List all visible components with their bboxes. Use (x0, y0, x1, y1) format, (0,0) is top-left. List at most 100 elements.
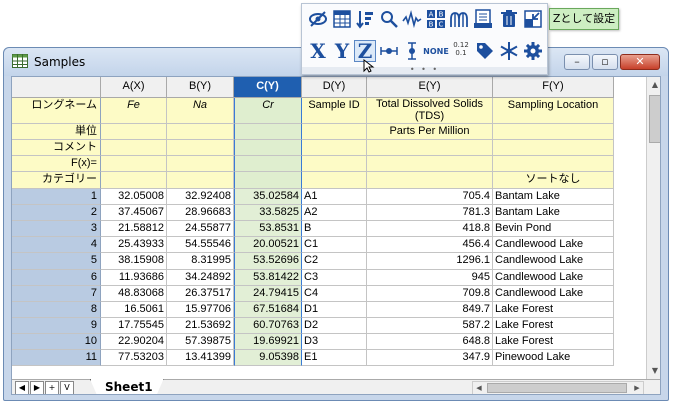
scroll-right-icon[interactable]: ▶ (631, 382, 643, 394)
table-cell[interactable]: 33.5825 (234, 205, 302, 221)
move-icon[interactable] (522, 8, 544, 30)
table-cell[interactable]: 705.4 (367, 189, 493, 205)
row-label-category[interactable]: カテゴリー (12, 172, 101, 189)
row-number[interactable]: 6 (12, 270, 101, 286)
disregard-button[interactable]: NONE (423, 40, 449, 62)
table-cell[interactable]: 418.8 (367, 221, 493, 237)
table-cell[interactable]: 25.43933 (101, 237, 167, 253)
table-cell[interactable]: 20.00521 (234, 237, 302, 253)
find-icon[interactable] (378, 8, 400, 30)
row-number[interactable]: 2 (12, 205, 101, 221)
meta-cell-fx[interactable] (493, 156, 614, 172)
meta-cell-category[interactable]: ソートなし (493, 172, 614, 189)
horizontal-scrollbar[interactable]: ◀ ▶ (472, 381, 644, 394)
table-cell[interactable]: 37.45067 (101, 205, 167, 221)
data-labels-icon[interactable]: ABBC (425, 8, 447, 30)
table-cell[interactable]: 67.51684 (234, 302, 302, 318)
table-cell[interactable]: 849.7 (367, 302, 493, 318)
meta-cell-category[interactable] (101, 172, 167, 189)
table-cell[interactable]: 57.39875 (167, 334, 234, 350)
meta-cell-units[interactable]: Parts Per Million (367, 124, 493, 140)
table-cell[interactable]: 54.55546 (167, 237, 234, 253)
vertical-scrollbar[interactable]: ▲ ▼ (646, 77, 660, 379)
meta-cell-comments[interactable] (234, 140, 302, 156)
meta-cell-category[interactable] (302, 172, 367, 189)
row-number[interactable]: 7 (12, 286, 101, 302)
table-cell[interactable]: A1 (302, 189, 367, 205)
row-number[interactable]: 1 (12, 189, 101, 205)
table-cell[interactable]: C4 (302, 286, 367, 302)
table-cell[interactable]: 24.55877 (167, 221, 234, 237)
toolbar-grip[interactable]: • • • (302, 66, 547, 74)
table-cell[interactable]: Bevin Pond (493, 221, 614, 237)
table-cell[interactable]: 53.81422 (234, 270, 302, 286)
table-cell[interactable]: D3 (302, 334, 367, 350)
table-cell[interactable]: 28.96683 (167, 205, 234, 221)
column-header-by[interactable]: B(Y) (167, 77, 234, 98)
row-label-units[interactable]: 単位 (12, 124, 101, 140)
meta-cell-category[interactable] (234, 172, 302, 189)
row-label-fx[interactable]: F(x)= (12, 156, 101, 172)
table-cell[interactable]: 38.15908 (101, 253, 167, 270)
table-cell[interactable]: 456.4 (367, 237, 493, 253)
table-cell[interactable]: 53.8531 (234, 221, 302, 237)
table-cell[interactable]: 35.02584 (234, 189, 302, 205)
meta-cell-units[interactable] (101, 124, 167, 140)
meta-cell-comments[interactable] (167, 140, 234, 156)
signal-icon[interactable] (401, 8, 423, 30)
scroll-up-icon[interactable]: ▲ (647, 77, 660, 93)
y-error-icon[interactable] (401, 40, 423, 62)
meta-cell-fx[interactable] (234, 156, 302, 172)
table-cell[interactable]: 21.58812 (101, 221, 167, 237)
table-cell[interactable]: Lake Forest (493, 302, 614, 318)
meta-cell-category[interactable] (367, 172, 493, 189)
meta-cell-long-name[interactable]: Sample ID (302, 98, 367, 124)
column-header-dy[interactable]: D(Y) (302, 77, 367, 98)
table-cell[interactable]: 32.05008 (101, 189, 167, 205)
table-cell[interactable]: 77.53203 (101, 350, 167, 366)
meta-cell-fx[interactable] (167, 156, 234, 172)
meta-cell-long-name[interactable]: Cr (234, 98, 302, 124)
tag-icon[interactable] (474, 40, 496, 62)
row-number[interactable]: 10 (12, 334, 101, 350)
table-cell[interactable]: 781.3 (367, 205, 493, 221)
set-as-y-button[interactable]: Y (331, 39, 353, 63)
table-cell[interactable]: 22.90204 (101, 334, 167, 350)
column-header-cy[interactable]: C(Y) (234, 77, 302, 98)
table-cell[interactable]: Candlewood Lake (493, 253, 614, 270)
maximize-button[interactable]: ▫ (592, 54, 618, 70)
meta-cell-fx[interactable] (101, 156, 167, 172)
table-cell[interactable]: D1 (302, 302, 367, 318)
delete-icon[interactable] (498, 8, 520, 30)
close-button[interactable]: ✕ (620, 54, 660, 70)
column-stats-icon[interactable] (331, 8, 353, 30)
scroll-down-icon[interactable]: ▼ (647, 363, 660, 379)
table-cell[interactable]: 32.92408 (167, 189, 234, 205)
row-number[interactable]: 4 (12, 237, 101, 253)
table-cell[interactable]: B (302, 221, 367, 237)
plot-tree-icon[interactable] (448, 8, 470, 30)
table-cell[interactable]: 19.69921 (234, 334, 302, 350)
table-cell[interactable]: 15.97706 (167, 302, 234, 318)
table-cell[interactable]: E1 (302, 350, 367, 366)
prev-sheet-button[interactable]: ◀ (15, 381, 29, 394)
format-button[interactable]: 0.12 0.1 (450, 38, 472, 60)
table-cell[interactable]: Bantam Lake (493, 189, 614, 205)
table-cell[interactable]: C1 (302, 237, 367, 253)
table-cell[interactable]: 13.41399 (167, 350, 234, 366)
table-cell[interactable]: Bantam Lake (493, 205, 614, 221)
meta-cell-units[interactable] (493, 124, 614, 140)
table-cell[interactable]: 1296.1 (367, 253, 493, 270)
meta-cell-fx[interactable] (367, 156, 493, 172)
table-cell[interactable]: 48.83068 (101, 286, 167, 302)
meta-cell-units[interactable] (302, 124, 367, 140)
meta-cell-units[interactable] (167, 124, 234, 140)
next-sheet-button[interactable]: ▶ (30, 381, 44, 394)
table-cell[interactable]: 648.8 (367, 334, 493, 350)
scroll-left-icon[interactable]: ◀ (473, 382, 485, 394)
hide-icon[interactable] (307, 8, 329, 30)
table-cell[interactable]: Pinewood Lake (493, 350, 614, 366)
meta-cell-comments[interactable] (302, 140, 367, 156)
row-label-long-name[interactable]: ロングネーム (12, 98, 101, 124)
sort-icon[interactable] (354, 8, 376, 30)
